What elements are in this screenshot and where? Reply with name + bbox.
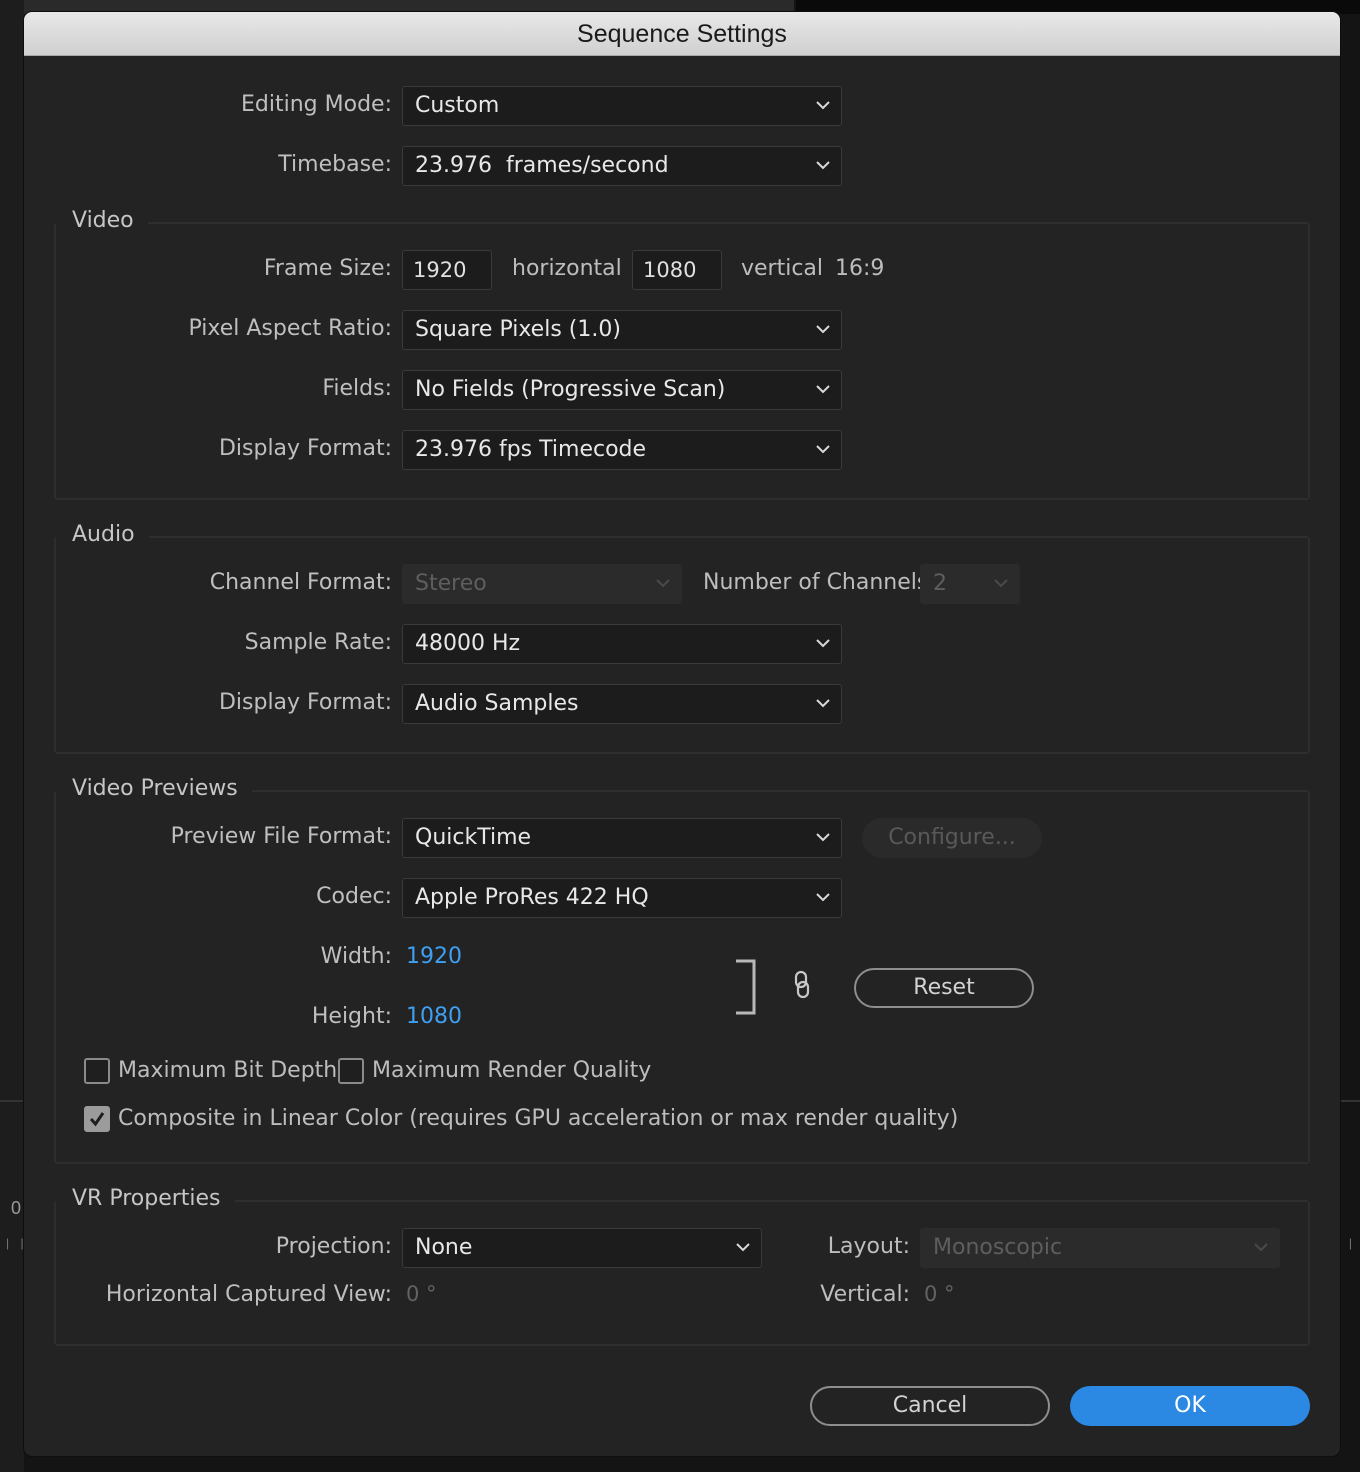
timebase-value: 23.976 frames/second: [415, 153, 669, 178]
channel-format-dropdown: Stereo: [402, 564, 682, 604]
audio-display-format-label: Display Format:: [218, 690, 392, 715]
vr-properties-group: [54, 1200, 1310, 1346]
channel-format-value: Stereo: [415, 571, 487, 596]
chevron-down-icon: [735, 1241, 751, 1253]
video-display-format-value: 23.976 fps Timecode: [415, 437, 647, 462]
chevron-down-icon: [815, 891, 831, 903]
timebase-dropdown[interactable]: 23.976 frames/second: [402, 146, 842, 186]
chevron-down-icon: [815, 323, 831, 335]
editing-mode-label: Editing Mode:: [241, 92, 392, 117]
num-channels-dropdown: 2: [920, 564, 1020, 604]
frame-width-field[interactable]: 1920: [402, 250, 492, 290]
frame-height-field[interactable]: 1080: [632, 250, 722, 290]
horizontal-captured-view-value: 0 °: [406, 1282, 437, 1306]
pixel-aspect-ratio-dropdown[interactable]: Square Pixels (1.0): [402, 310, 842, 350]
chevron-down-icon: [815, 99, 831, 111]
preview-width-label: Width:: [320, 944, 392, 969]
video-display-format-label: Display Format:: [218, 436, 392, 461]
chevron-down-icon: [815, 637, 831, 649]
chevron-down-icon: [815, 831, 831, 843]
video-group-title: Video: [56, 208, 148, 233]
sample-rate-dropdown[interactable]: 48000 Hz: [402, 624, 842, 664]
chevron-down-icon: [815, 383, 831, 395]
app-backdrop-divider: [0, 1100, 24, 1102]
codec-value: Apple ProRes 422 HQ: [415, 885, 649, 910]
vr-vertical-value: 0 °: [924, 1282, 955, 1306]
video-display-format-dropdown[interactable]: 23.976 fps Timecode: [402, 430, 842, 470]
backdrop-timecode-zero: 0: [11, 1198, 22, 1218]
frame-size-label: Frame Size:: [263, 256, 392, 281]
projection-label: Projection:: [275, 1234, 392, 1259]
layout-value: Monoscopic: [933, 1235, 1063, 1260]
projection-dropdown[interactable]: None: [402, 1228, 762, 1268]
chevron-down-icon: [1253, 1241, 1269, 1253]
layout-dropdown: Monoscopic: [920, 1228, 1280, 1268]
sequence-settings-dialog: Sequence Settings Editing Mode: Custom T…: [24, 12, 1340, 1456]
preview-height-label: Height:: [311, 1004, 392, 1029]
fields-label: Fields:: [322, 376, 392, 401]
dialog-title: Sequence Settings: [577, 20, 787, 48]
preview-file-format-label: Preview File Format:: [170, 824, 392, 849]
cancel-button[interactable]: Cancel: [810, 1386, 1050, 1426]
vr-properties-group-title: VR Properties: [56, 1186, 235, 1211]
chevron-down-icon: [815, 159, 831, 171]
chevron-down-icon: [655, 577, 671, 589]
max-render-quality-label: Maximum Render Quality: [372, 1058, 652, 1083]
projection-value: None: [415, 1235, 473, 1260]
audio-display-format-dropdown[interactable]: Audio Samples: [402, 684, 842, 724]
fields-value: No Fields (Progressive Scan): [415, 377, 726, 402]
vr-vertical-label: Vertical:: [820, 1282, 910, 1307]
aspect-ratio-text: 16:9: [835, 256, 885, 281]
linear-color-label: Composite in Linear Color (requires GPU …: [118, 1106, 959, 1131]
dialog-titlebar[interactable]: Sequence Settings: [24, 12, 1340, 56]
video-previews-group-title: Video Previews: [56, 776, 252, 801]
chain-link-icon[interactable]: [792, 970, 812, 1000]
audio-display-format-value: Audio Samples: [415, 691, 579, 716]
preview-file-format-dropdown[interactable]: QuickTime: [402, 818, 842, 858]
max-bit-depth-checkbox[interactable]: [84, 1058, 110, 1084]
editing-mode-dropdown[interactable]: Custom: [402, 86, 842, 126]
configure-button: Configure...: [862, 818, 1042, 858]
ok-button[interactable]: OK: [1070, 1386, 1310, 1426]
sample-rate-label: Sample Rate:: [244, 630, 392, 655]
chevron-down-icon: [993, 577, 1009, 589]
num-channels-label: Number of Channels:: [703, 570, 936, 595]
fields-dropdown[interactable]: No Fields (Progressive Scan): [402, 370, 842, 410]
chevron-down-icon: [815, 697, 831, 709]
checkmark-icon: [89, 1112, 105, 1127]
vertical-label: vertical: [741, 256, 824, 281]
preview-file-format-value: QuickTime: [415, 825, 532, 850]
max-bit-depth-label: Maximum Bit Depth: [118, 1058, 338, 1083]
codec-label: Codec:: [316, 884, 392, 909]
layout-label: Layout:: [827, 1234, 910, 1259]
editing-mode-value: Custom: [415, 93, 500, 118]
sample-rate-value: 48000 Hz: [415, 631, 521, 656]
linear-color-checkbox[interactable]: [84, 1106, 110, 1132]
pixel-aspect-ratio-value: Square Pixels (1.0): [415, 317, 621, 342]
chevron-down-icon: [815, 443, 831, 455]
max-render-quality-checkbox[interactable]: [338, 1058, 364, 1084]
horizontal-captured-view-label: Horizontal Captured View:: [105, 1282, 392, 1307]
preview-width-value[interactable]: 1920: [406, 944, 462, 969]
channel-format-label: Channel Format:: [209, 570, 392, 595]
timebase-label: Timebase:: [278, 152, 392, 177]
preview-height-value[interactable]: 1080: [406, 1004, 462, 1029]
audio-group-title: Audio: [56, 522, 149, 547]
app-backdrop-divider-right: [1340, 1100, 1360, 1102]
num-channels-value: 2: [933, 571, 947, 596]
pixel-aspect-ratio-label: Pixel Aspect Ratio:: [188, 316, 393, 341]
app-backdrop-left: [0, 0, 24, 1472]
codec-dropdown[interactable]: Apple ProRes 422 HQ: [402, 878, 842, 918]
horizontal-label: horizontal: [512, 256, 622, 281]
link-bracket: [734, 958, 758, 1016]
reset-button[interactable]: Reset: [854, 968, 1034, 1008]
